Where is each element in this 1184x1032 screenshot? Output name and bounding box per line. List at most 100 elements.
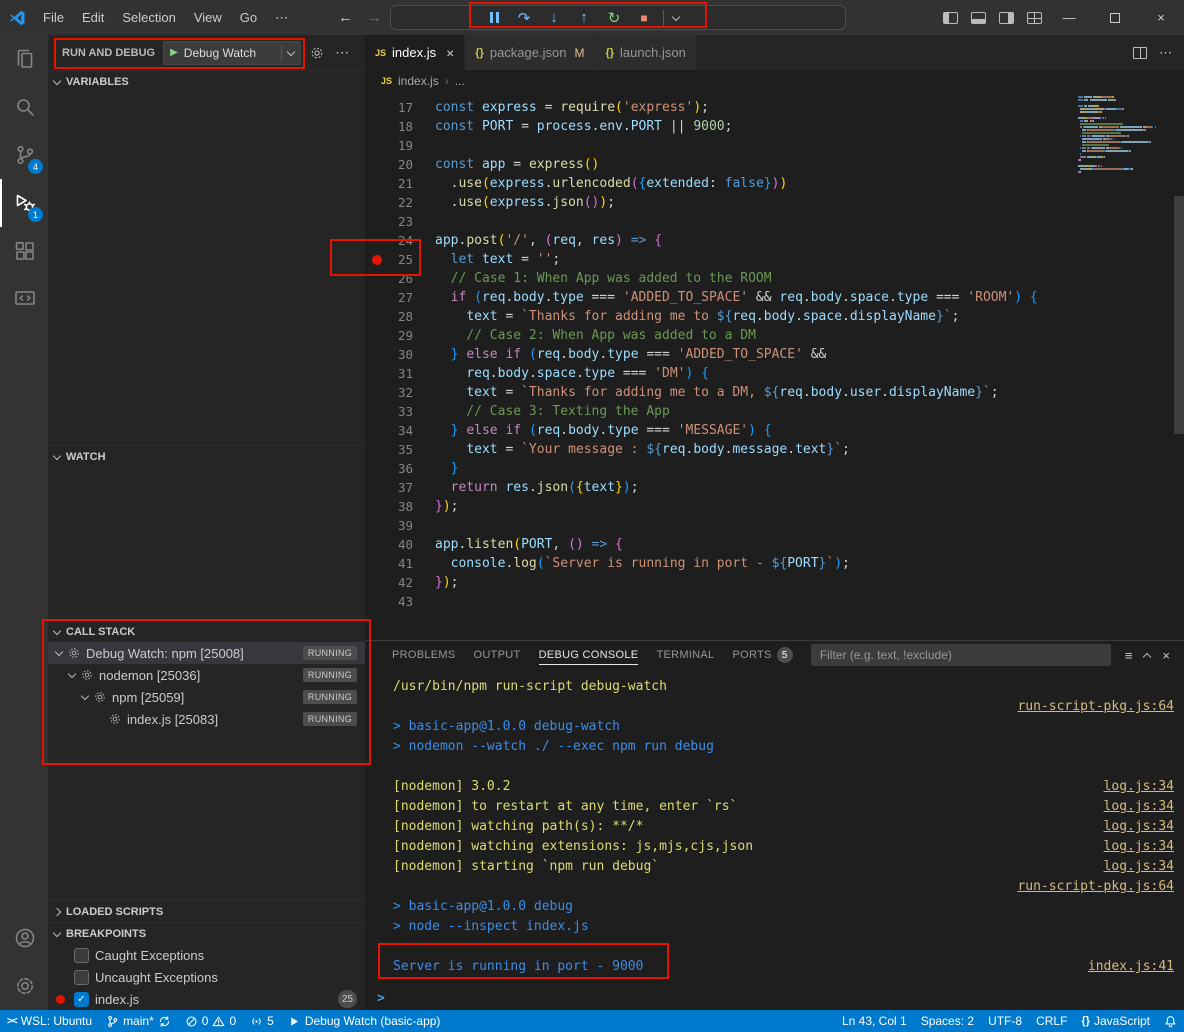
callstack-item[interactable]: nodemon [25036]RUNNING (48, 664, 365, 686)
checkbox[interactable] (74, 970, 89, 985)
activity-search[interactable] (0, 83, 48, 131)
status-indentation[interactable]: Spaces: 2 (914, 1010, 981, 1032)
activity-remote-explorer[interactable] (0, 275, 48, 323)
code-line[interactable]: 17const express = require('express'); (365, 98, 1184, 117)
code-editor[interactable]: 17const express = require('express');18c… (365, 92, 1184, 640)
source-link[interactable]: log.js:34 (1104, 857, 1174, 877)
toggle-panel-icon[interactable] (971, 12, 986, 24)
section-header-call-stack[interactable]: CALL STACK (48, 620, 365, 642)
minimize-button[interactable]: — (1046, 0, 1092, 35)
status-cursor-position[interactable]: Ln 43, Col 1 (835, 1010, 914, 1032)
section-header-variables[interactable]: VARIABLES (48, 70, 365, 92)
status-notifications[interactable] (1157, 1010, 1184, 1032)
code-line[interactable]: 32 text = `Thanks for adding me to a DM,… (365, 383, 1184, 402)
code-line[interactable]: 36 } (365, 459, 1184, 478)
toggle-sidebar-icon[interactable] (943, 12, 958, 24)
step-over-button[interactable]: ↷ (510, 5, 538, 31)
console-settings-icon[interactable]: ≡ (1125, 648, 1133, 663)
tab-index-js[interactable]: JSindex.js× (365, 35, 465, 70)
debug-settings-gear-icon[interactable] (309, 45, 325, 61)
code-line[interactable]: 28 text = `Thanks for adding me to ${req… (365, 307, 1184, 326)
status-git-branch[interactable]: main* (99, 1010, 178, 1032)
maximize-button[interactable] (1092, 0, 1138, 35)
customize-layout-icon[interactable] (1027, 12, 1042, 24)
code-line[interactable]: 35 text = `Your message : ${req.body.mes… (365, 440, 1184, 459)
console-input[interactable]: > (365, 986, 1184, 1010)
code-line[interactable]: 26 // Case 1: When App was added to the … (365, 269, 1184, 288)
code-line[interactable]: 41 console.log(`Server is running in por… (365, 554, 1184, 573)
code-line[interactable]: 43 (365, 592, 1184, 611)
debug-session-dropdown[interactable] (669, 16, 683, 20)
code-line[interactable]: 42}); (365, 573, 1184, 592)
panel-tab-debug-console[interactable]: DEBUG CONSOLE (530, 641, 648, 669)
section-header-watch[interactable]: WATCH (48, 445, 365, 467)
breadcrumb-file[interactable]: index.js (398, 74, 439, 88)
breakpoint-item[interactable]: Caught Exceptions (48, 944, 365, 966)
code-line[interactable]: 21 .use(express.urlencoded({extended: fa… (365, 174, 1184, 193)
checkbox[interactable] (74, 948, 89, 963)
code-line[interactable]: 37 return res.json({text}); (365, 478, 1184, 497)
code-line[interactable]: 20const app = express() (365, 155, 1184, 174)
more-actions-icon[interactable]: ⋯ (1159, 45, 1172, 61)
breakpoint-item[interactable]: ✓index.js25 (48, 988, 365, 1010)
tab-package-json[interactable]: {}package.jsonM (465, 35, 595, 70)
panel-tab-ports[interactable]: PORTS5 (723, 641, 801, 669)
status-encoding[interactable]: UTF-8 (981, 1010, 1029, 1032)
panel-tab-problems[interactable]: PROBLEMS (383, 641, 465, 669)
code-line[interactable]: 22 .use(express.json()); (365, 193, 1184, 212)
code-line[interactable]: 24app.post('/', (req, res) => { (365, 231, 1184, 250)
code-line[interactable]: 40app.listen(PORT, () => { (365, 535, 1184, 554)
source-link[interactable]: log.js:34 (1104, 777, 1174, 797)
callstack-item[interactable]: Debug Watch: npm [25008]RUNNING (48, 642, 365, 664)
callstack-item[interactable]: index.js [25083]RUNNING (48, 708, 365, 730)
step-into-button[interactable]: ↓ (540, 5, 568, 31)
breadcrumb-more[interactable]: ... (455, 74, 465, 88)
panel-tab-output[interactable]: OUTPUT (465, 641, 530, 669)
source-link[interactable]: log.js:34 (1104, 817, 1174, 837)
menu-view[interactable]: View (185, 0, 231, 35)
source-link[interactable]: run-script-pkg.js:64 (1017, 877, 1174, 897)
source-link[interactable]: index.js:41 (1088, 957, 1174, 977)
toggle-secondary-sidebar-icon[interactable] (999, 12, 1014, 24)
status-forwarded-ports[interactable]: 5 (243, 1010, 281, 1032)
menu-selection[interactable]: Selection (113, 0, 184, 35)
code-line[interactable]: 29 // Case 2: When App was added to a DM (365, 326, 1184, 345)
source-link[interactable]: run-script-pkg.js:64 (1017, 697, 1174, 717)
checkbox[interactable]: ✓ (74, 992, 89, 1007)
step-out-button[interactable]: ↑ (570, 5, 598, 31)
activity-run-and-debug[interactable]: 1 (0, 179, 48, 227)
menu-file[interactable]: File (34, 0, 73, 35)
section-header-loaded-scripts[interactable]: LOADED SCRIPTS (48, 900, 365, 922)
status-problems[interactable]: 00 (178, 1010, 243, 1032)
stop-button[interactable]: ■ (630, 5, 658, 31)
source-link[interactable]: log.js:34 (1104, 797, 1174, 817)
tab-launch-json[interactable]: {}launch.json (595, 35, 696, 70)
activity-accounts[interactable] (0, 914, 48, 962)
split-editor-icon[interactable] (1133, 47, 1147, 59)
code-line[interactable]: 34 } else if (req.body.type === 'MESSAGE… (365, 421, 1184, 440)
start-debugging-icon[interactable]: ▶ (170, 47, 178, 58)
status-remote-indicator[interactable]: ><WSL: Ubuntu (0, 1010, 99, 1032)
code-line[interactable]: 30 } else if (req.body.type === 'ADDED_T… (365, 345, 1184, 364)
close-panel-icon[interactable]: × (1162, 648, 1170, 663)
code-line[interactable]: 25 let text = ''; (365, 250, 1184, 269)
pause-button[interactable] (480, 5, 508, 31)
status-eol[interactable]: CRLF (1029, 1010, 1074, 1032)
menu-go[interactable]: Go (231, 0, 266, 35)
code-line[interactable]: 39 (365, 516, 1184, 535)
code-line[interactable]: 23 (365, 212, 1184, 231)
activity-extensions[interactable] (0, 227, 48, 275)
close-button[interactable]: × (1138, 0, 1184, 35)
breakpoint-item[interactable]: Uncaught Exceptions (48, 966, 365, 988)
breakpoint-icon[interactable] (372, 255, 382, 265)
section-header-breakpoints[interactable]: BREAKPOINTS (48, 922, 365, 944)
maximize-panel-icon[interactable] (1144, 651, 1150, 660)
menu-edit[interactable]: Edit (73, 0, 113, 35)
console-filter-input[interactable] (811, 644, 1111, 666)
navigate-forward-icon[interactable]: → (367, 9, 382, 26)
minimap[interactable] (1078, 96, 1170, 177)
launch-config-dropdown[interactable]: ▶ Debug Watch (163, 41, 301, 65)
callstack-item[interactable]: npm [25059]RUNNING (48, 686, 365, 708)
menu-more[interactable]: ⋯ (266, 0, 297, 35)
activity-explorer[interactable] (0, 35, 48, 83)
